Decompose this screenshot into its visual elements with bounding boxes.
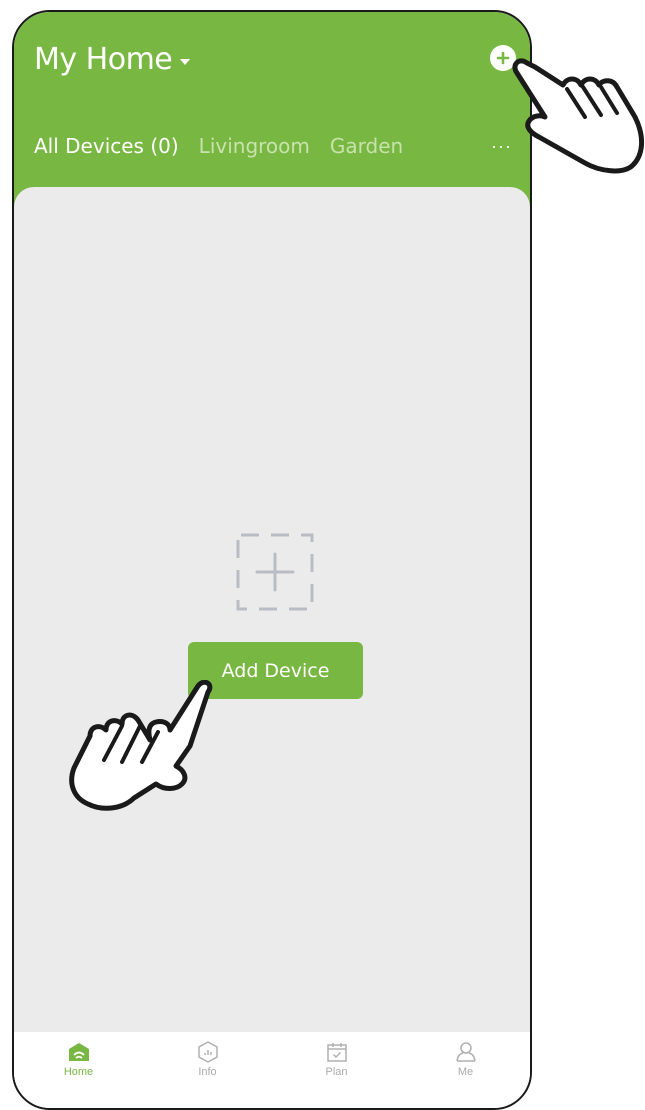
add-placeholder-icon — [236, 533, 314, 611]
nav-info-label: Info — [198, 1066, 217, 1078]
nav-home[interactable]: Home — [14, 1032, 143, 1108]
phone-frame: My Home All Devices (0) Livingroom Garde… — [12, 10, 532, 1110]
nav-home-label: Home — [63, 1066, 94, 1078]
room-tabs: All Devices (0) Livingroom Garden — [34, 134, 403, 158]
calendar-icon — [326, 1043, 347, 1062]
device-list-area: Add Device — [14, 187, 530, 1087]
nav-plan[interactable]: Plan — [272, 1032, 401, 1108]
caret-down-icon — [180, 58, 191, 65]
pointing-hand-icon — [512, 58, 644, 174]
user-icon — [455, 1042, 476, 1062]
tab-livingroom[interactable]: Livingroom — [199, 134, 310, 158]
home-selector[interactable]: My Home — [34, 42, 191, 77]
info-icon — [197, 1041, 218, 1063]
home-title: My Home — [34, 42, 173, 77]
header: My Home All Devices (0) Livingroom Garde… — [14, 12, 530, 212]
nav-plan-label: Plan — [325, 1066, 348, 1078]
tab-all-devices[interactable]: All Devices (0) — [34, 134, 179, 158]
home-icon — [68, 1043, 89, 1061]
tab-garden[interactable]: Garden — [330, 134, 403, 158]
bottom-nav: Home Info Plan Me — [14, 1032, 530, 1108]
nav-info[interactable]: Info — [143, 1032, 272, 1108]
nav-me-label: Me — [457, 1066, 474, 1078]
nav-me[interactable]: Me — [401, 1032, 530, 1108]
pointing-hand-icon — [69, 680, 213, 811]
